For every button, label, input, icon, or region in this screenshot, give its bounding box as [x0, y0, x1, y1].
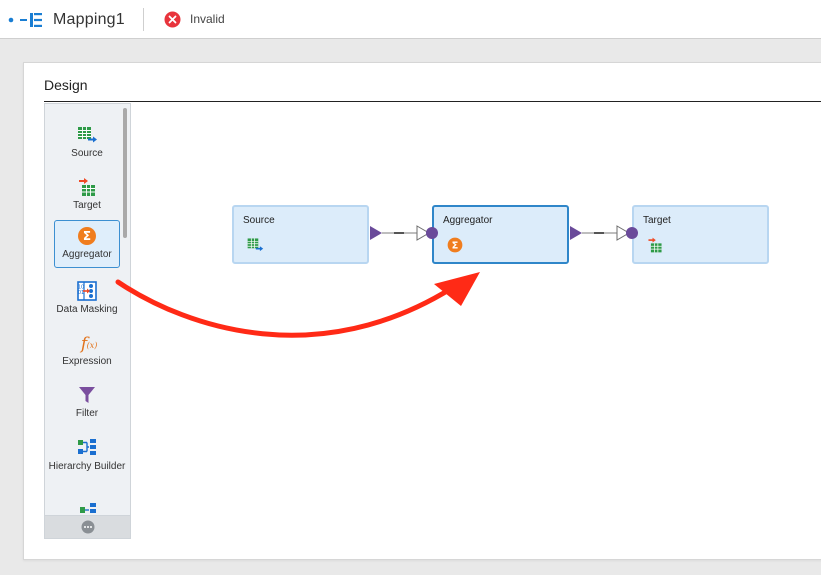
mapping-canvas[interactable]: Source Aggregator Σ Target — [132, 103, 821, 559]
palette-label: Aggregator — [62, 249, 112, 260]
palette-item-hierarchy-builder[interactable]: Hierarchy Builder — [49, 433, 125, 491]
node-label: Target — [643, 215, 671, 226]
target-icon — [648, 237, 662, 253]
node-label: Aggregator — [443, 215, 493, 226]
data-masking-icon: 10 01 — [77, 281, 97, 301]
palette-item-aggregator[interactable]: Σ Aggregator — [54, 220, 120, 268]
node-source[interactable]: Source — [232, 205, 369, 264]
more-icon[interactable] — [81, 520, 95, 534]
mapping-icon — [8, 13, 42, 27]
palette-label: Source — [71, 148, 103, 159]
filter-icon — [79, 387, 95, 403]
top-bar: Mapping1 Invalid — [0, 0, 821, 39]
palette-item-source[interactable]: Source — [54, 120, 120, 168]
error-circle-icon — [164, 11, 181, 28]
transformation-palette: Source Target Σ Aggregator 10 01 Data Ma… — [44, 103, 131, 539]
design-title: Design — [44, 77, 88, 93]
palette-item-data-masking[interactable]: 10 01 Data Masking — [54, 276, 120, 324]
aggregator-icon: Σ — [447, 237, 463, 253]
svg-text:Σ: Σ — [83, 229, 91, 243]
palette-footer — [45, 515, 130, 538]
node-aggregator[interactable]: Aggregator Σ — [432, 205, 569, 264]
palette-item-filter[interactable]: Filter — [54, 380, 120, 428]
mapping-title[interactable]: Mapping1 — [53, 11, 125, 29]
node-label: Source — [243, 215, 275, 226]
target-icon — [79, 178, 95, 196]
header-divider — [143, 8, 144, 31]
source-icon — [247, 238, 264, 252]
palette-label: Target — [73, 200, 101, 211]
palette-item-expression[interactable]: f (x) Expression — [54, 328, 120, 376]
svg-text:Σ: Σ — [452, 240, 459, 251]
palette-scrollbar[interactable] — [123, 108, 127, 238]
node-target[interactable]: Target — [632, 205, 769, 264]
status-text: Invalid — [190, 12, 225, 26]
design-panel: Design Source Target Σ Aggregator 10 01 … — [23, 62, 821, 560]
hierarchy-parser-icon — [80, 503, 96, 513]
design-divider — [44, 101, 821, 102]
svg-text:(x): (x) — [87, 341, 98, 350]
palette-label: Data Masking — [56, 304, 118, 315]
palette-label: Filter — [75, 408, 99, 419]
hierarchy-builder-icon — [78, 439, 96, 455]
palette-label: Hierarchy Builder — [48, 461, 126, 472]
source-icon — [78, 127, 97, 143]
aggregator-icon: Σ — [78, 227, 96, 245]
palette-label: Expression — [62, 356, 112, 367]
palette-item-target[interactable]: Target — [54, 172, 120, 220]
expression-icon: f (x) — [79, 334, 98, 354]
